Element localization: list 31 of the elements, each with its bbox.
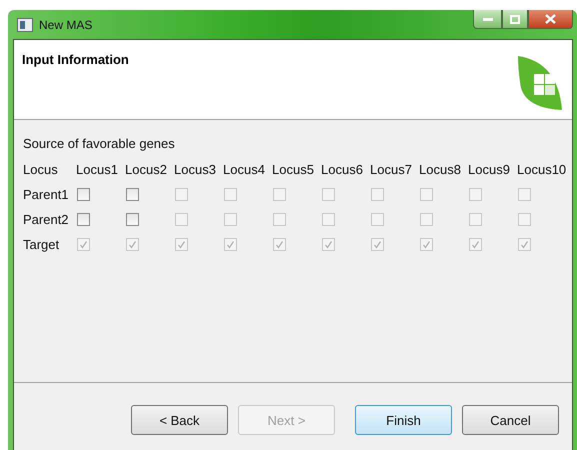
close-icon xyxy=(545,14,556,24)
maximize-button[interactable] xyxy=(502,10,528,29)
checkbox[interactable] xyxy=(77,213,90,226)
header-title: Input Information xyxy=(22,52,129,67)
column-header: Locus9 xyxy=(468,162,511,177)
column-header: Locus3 xyxy=(174,162,217,177)
column-header: Locus4 xyxy=(223,162,266,177)
row-label: Parent1 xyxy=(23,187,70,202)
column-header: Locus xyxy=(23,162,59,177)
column-header: Locus7 xyxy=(370,162,413,177)
column-header: Locus10 xyxy=(517,162,566,177)
checkbox[interactable] xyxy=(77,188,90,201)
minimize-button[interactable] xyxy=(473,10,502,29)
row-label: Target xyxy=(23,237,60,252)
column-header: Locus1 xyxy=(76,162,119,177)
dialog-button[interactable]: < Back xyxy=(131,405,228,435)
dialog-button[interactable]: Finish xyxy=(355,405,452,435)
checkbox[interactable] xyxy=(126,188,139,201)
window-title: New MAS xyxy=(39,18,92,32)
window-app-icon xyxy=(17,18,33,32)
minimize-icon xyxy=(482,18,492,20)
dialog-button[interactable]: Cancel xyxy=(462,405,559,435)
close-button[interactable] xyxy=(528,10,573,29)
column-header: Locus5 xyxy=(272,162,315,177)
row-label: Parent2 xyxy=(23,212,70,227)
section-label: Source of favorable genes xyxy=(23,136,176,151)
column-header: Locus8 xyxy=(419,162,462,177)
maximize-icon xyxy=(510,14,520,24)
checkbox[interactable] xyxy=(126,213,139,226)
column-header: Locus6 xyxy=(321,162,364,177)
column-header: Locus2 xyxy=(125,162,168,177)
